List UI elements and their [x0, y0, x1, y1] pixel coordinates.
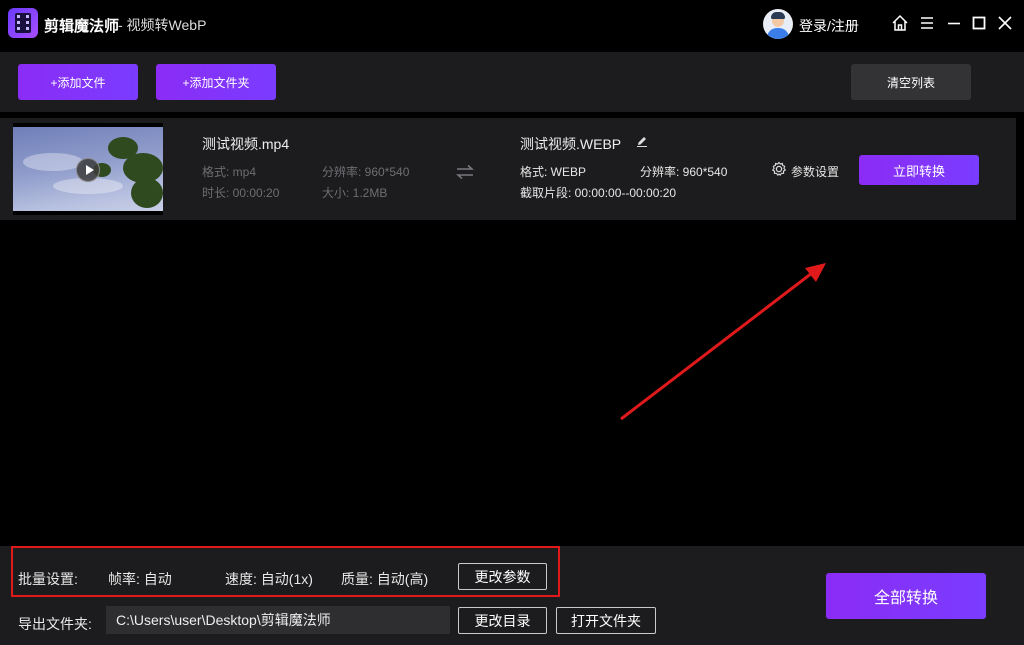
play-icon[interactable]: [76, 158, 100, 182]
file-list-item: 测试视频.mp4 格式: mp4 分辨率: 960*540 时长: 00:00:…: [0, 118, 1016, 220]
avatar-icon[interactable]: [763, 9, 793, 39]
convert-arrows-icon: [456, 164, 474, 180]
framerate-value: 帧率: 自动: [108, 571, 172, 587]
source-format: 格式: mp4: [202, 165, 257, 179]
speed-value: 速度: 自动(1x): [225, 571, 313, 587]
login-register-link[interactable]: 登录/注册: [799, 16, 859, 36]
output-path-field[interactable]: [106, 606, 450, 634]
convert-all-button[interactable]: 全部转换: [826, 573, 986, 619]
minimize-icon[interactable]: [945, 14, 963, 32]
menu-icon[interactable]: [918, 14, 936, 32]
edit-icon[interactable]: [636, 135, 648, 147]
app-name: 剪辑魔法师: [44, 18, 120, 35]
quality-value: 质量: 自动(高): [341, 571, 429, 587]
gear-icon[interactable]: [771, 161, 787, 177]
output-resolution: 分辨率: 960*540: [640, 165, 728, 179]
open-folder-button[interactable]: 打开文件夹: [556, 607, 656, 634]
title-bar: 剪辑魔法师 - 视频转WebP 登录/注册: [0, 0, 1024, 48]
output-clip-range: 截取片段: 00:00:00--00:00:20: [520, 186, 677, 200]
app-logo-icon: [8, 8, 38, 38]
maximize-icon[interactable]: [970, 14, 988, 32]
convert-now-button[interactable]: 立即转换: [859, 155, 979, 185]
video-thumbnail[interactable]: [13, 123, 163, 215]
home-icon[interactable]: [891, 14, 909, 32]
close-icon[interactable]: [996, 14, 1014, 32]
output-file-name: 测试视频.WEBP: [520, 136, 622, 152]
source-resolution: 分辨率: 960*540: [322, 165, 410, 179]
change-directory-button[interactable]: 更改目录: [458, 607, 547, 634]
toolbar: +添加文件 +添加文件夹 清空列表: [0, 52, 1024, 112]
param-settings-link[interactable]: 参数设置: [791, 163, 839, 180]
page-title: - 视频转WebP: [118, 17, 207, 33]
bottom-panel: 批量设置: 帧率: 自动 速度: 自动(1x) 质量: 自动(高) 更改参数 导…: [0, 546, 1024, 645]
source-duration: 时长: 00:00:20: [202, 186, 280, 200]
add-file-button[interactable]: +添加文件: [18, 64, 138, 100]
clear-list-button[interactable]: 清空列表: [851, 64, 971, 100]
change-params-button[interactable]: 更改参数: [458, 563, 547, 590]
batch-settings-label: 批量设置:: [18, 571, 78, 587]
source-size: 大小: 1.2MB: [322, 186, 388, 200]
output-format: 格式: WEBP: [520, 165, 587, 179]
add-folder-button[interactable]: +添加文件夹: [156, 64, 276, 100]
source-file-name: 测试视频.mp4: [202, 136, 290, 152]
output-folder-label: 导出文件夹:: [18, 616, 92, 632]
